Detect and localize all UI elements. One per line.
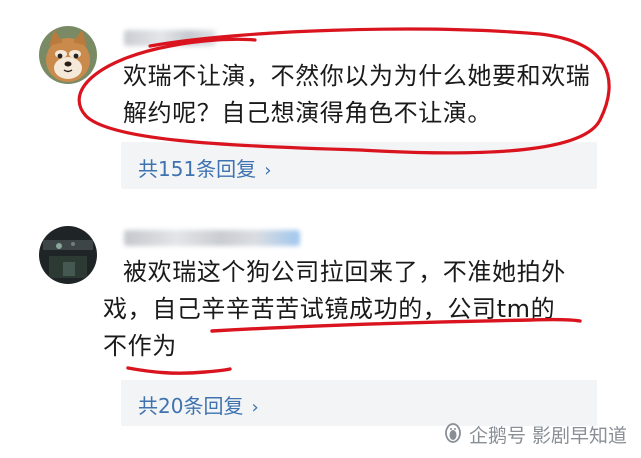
- comment-line: 被欢瑞这个狗公司拉回来了，不准她拍外: [123, 258, 566, 286]
- watermark-source: 企鹅号: [468, 425, 526, 447]
- comment-text: 被欢瑞这个狗公司拉回来了，不准她拍外 戏，自己辛辛苦苦试镜成功的，公司tm的 不…: [103, 254, 598, 360]
- comment-line: 戏，自己辛辛苦苦试镜成功的，公司tm的: [103, 295, 556, 323]
- reply-count-link[interactable]: 共20条回复 ›: [138, 390, 259, 419]
- watermark-account: 影剧早知道: [531, 425, 627, 447]
- chevron-right-icon: ›: [264, 160, 272, 181]
- comment-text: 欢瑞不让演，不然你以为为什么她要和欢瑞解约呢？自己想演得角色不让演。: [123, 62, 591, 127]
- reply-count-label: 共20条回复: [138, 394, 244, 418]
- username-blurred[interactable]: [124, 230, 300, 246]
- avatar[interactable]: [39, 26, 97, 84]
- comment-line: 不作为: [103, 332, 177, 360]
- comment-thread: 欢瑞不让演，不然你以为为什么她要和欢瑞解约呢？自己想演得角色不让演。 共151条…: [0, 0, 641, 458]
- reply-count-label: 共151条回复: [138, 157, 257, 181]
- chevron-right-icon: ›: [251, 397, 259, 418]
- underline-mark: [126, 366, 232, 375]
- username-blurred[interactable]: [124, 30, 216, 46]
- penguin-logo-icon: [443, 421, 463, 448]
- avatar[interactable]: [39, 226, 97, 284]
- reply-count-link[interactable]: 共151条回复 ›: [138, 153, 271, 182]
- reply-summary-box[interactable]: 共151条回复 ›: [121, 142, 597, 189]
- avatar-dark-photo-icon: [39, 226, 97, 284]
- watermark: 企鹅号 影剧早知道: [443, 421, 627, 448]
- reply-summary-box[interactable]: 共20条回复 ›: [121, 380, 597, 426]
- avatar-shiba-icon: [39, 26, 97, 84]
